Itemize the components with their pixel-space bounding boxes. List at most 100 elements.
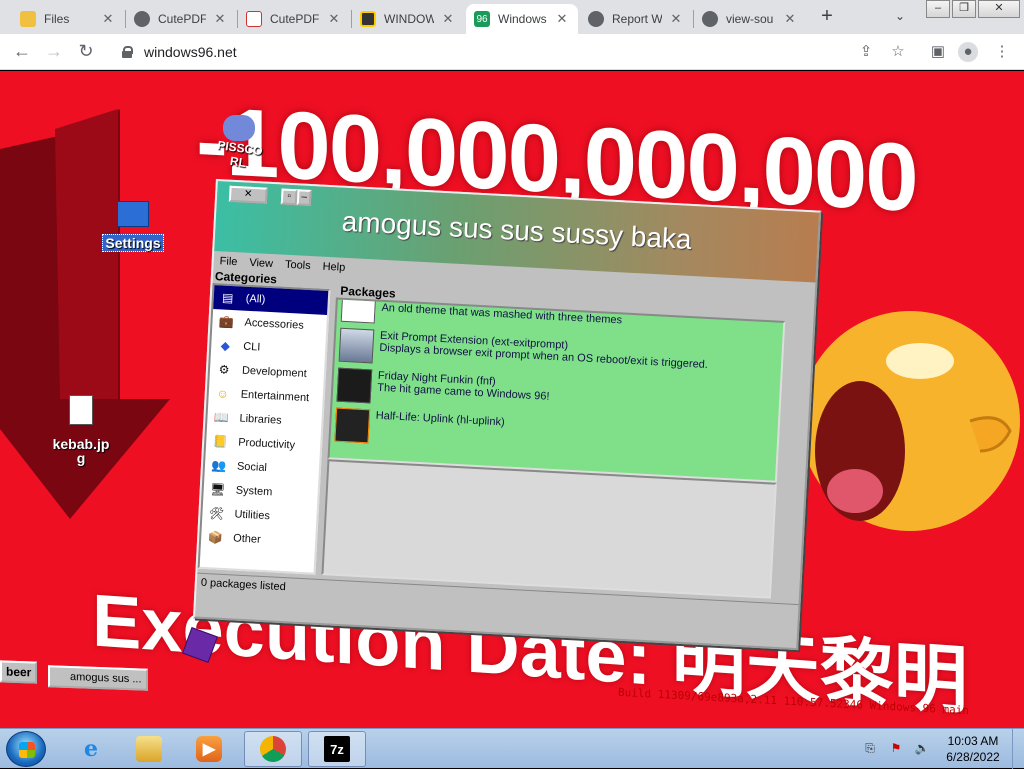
people-icon: 👥 (211, 458, 227, 473)
tray-volume-icon[interactable]: 🔈 (914, 741, 930, 757)
notebook-icon: 📒 (212, 434, 229, 449)
7zip-icon: 7z (324, 736, 350, 762)
forward-button[interactable]: → (42, 40, 66, 64)
desktop-icon-label: PISSCO RL (216, 137, 264, 170)
window-icon (360, 11, 376, 27)
chrome-icon (260, 736, 286, 762)
computer-icon: 🖥 (209, 482, 226, 497)
restore-button[interactable]: ❐ (952, 0, 976, 18)
media-player-icon: ▶ (196, 736, 222, 762)
discord-icon (223, 115, 255, 141)
desktop-icon-label: kebab.jp g (52, 436, 110, 466)
tab-strip: Files ✕ CutePDF ✕ CutePDF ✕ WINDOW ✕ 96 … (0, 0, 1024, 34)
close-tab-icon[interactable]: ✕ (100, 11, 116, 27)
taskbar-clock[interactable]: 10:03 AM 6/28/2022 (940, 733, 1006, 765)
globe-icon (588, 11, 604, 27)
page-viewport: -100,000,000,000 Execution Date: 明天黎明 Bu… (0, 71, 1024, 728)
menu-tools[interactable]: Tools (285, 259, 311, 272)
all-icon: ▤ (221, 290, 234, 306)
menu-file[interactable]: File (219, 255, 237, 268)
close-tab-icon[interactable]: ✕ (212, 11, 228, 27)
tab-cutepdf-2[interactable]: CutePDF ✕ (238, 4, 350, 34)
tab-files[interactable]: Files ✕ (12, 4, 124, 34)
tab-view-source[interactable]: view-sou ✕ (694, 4, 806, 34)
close-tab-icon[interactable]: ✕ (326, 11, 342, 27)
tab-window[interactable]: WINDOW ✕ (352, 4, 464, 34)
tray-action-center-icon[interactable]: ⚑ (888, 741, 904, 757)
pdf-icon (246, 11, 262, 27)
close-tab-icon[interactable]: ✕ (668, 11, 684, 27)
taskbar-7zip[interactable]: 7z (308, 731, 366, 767)
w96-taskbar: beer amogus sus ... (0, 660, 1024, 691)
close-tab-icon[interactable]: ✕ (554, 11, 570, 27)
close-tab-icon[interactable]: ✕ (782, 11, 798, 27)
globe-icon (702, 11, 718, 27)
settings-folder-icon (117, 201, 149, 227)
box-icon: 📦 (207, 530, 224, 545)
show-desktop-button[interactable] (1012, 729, 1024, 769)
taskbar-media-player[interactable]: ▶ (180, 731, 238, 767)
image-file-icon (69, 395, 93, 425)
minimize-button[interactable]: – (926, 0, 950, 18)
diamond-icon: ◆ (220, 338, 231, 353)
briefcase-icon: 💼 (218, 314, 235, 330)
tab-windows96[interactable]: 96 Windows ✕ (466, 4, 578, 34)
fnf-icon (336, 367, 373, 404)
menu-kebab-icon[interactable]: ⋮ (992, 42, 1012, 62)
side-panel-icon[interactable]: ▣ (928, 42, 948, 62)
clock-date: 6/28/2022 (946, 750, 1000, 764)
close-window-button[interactable]: ✕ (978, 0, 1020, 18)
windows-taskbar: e ▶ 7z ⎘ ⚑ 🔈 10:03 AM 6/28/2022 (0, 728, 1024, 769)
reload-button[interactable]: ↻ (74, 40, 98, 64)
half-life-icon (334, 407, 371, 444)
desktop-icon-kebab[interactable]: kebab.jp g (46, 395, 116, 465)
windows96-icon: 96 (474, 11, 490, 27)
category-other[interactable]: 📦 Other (201, 525, 316, 555)
menu-view[interactable]: View (249, 257, 273, 270)
tools-icon: 🛠 (208, 506, 225, 521)
lock-icon (122, 46, 133, 58)
system-tray: ⎘ ⚑ 🔈 (862, 729, 940, 769)
globe-icon (134, 11, 150, 27)
w96-start-button[interactable]: beer (0, 660, 38, 684)
w96-desktop: -100,000,000,000 Execution Date: 明天黎明 Bu… (0, 71, 1024, 728)
address-bar[interactable]: windows96.net (110, 38, 880, 66)
book-icon: 📖 (213, 410, 230, 425)
gears-icon: ⚙ (218, 362, 230, 377)
package-details-pane (321, 459, 777, 599)
taskbar-internet-explorer[interactable]: e (62, 731, 120, 767)
close-tab-icon[interactable]: ✕ (440, 11, 456, 27)
desktop-icon-discord[interactable]: PISSCO RL (206, 115, 272, 170)
profile-avatar[interactable]: ● (958, 42, 978, 62)
smiley-icon: ☺ (216, 386, 230, 401)
start-button[interactable] (6, 731, 46, 767)
explorer-icon (136, 736, 162, 762)
desktop-icon-label: Settings (102, 234, 164, 252)
folder-icon (20, 11, 36, 27)
exit-prompt-icon (338, 327, 375, 364)
tab-search-chevron-icon[interactable]: ⌄ (895, 9, 905, 23)
taskbar-chrome[interactable] (244, 731, 302, 767)
tray-network-icon[interactable]: ⎘ (862, 741, 878, 757)
drugs-theme-icon (340, 297, 377, 324)
browser-toolbar: ← → ↻ windows96.net ⇪ ☆ ▣ ● ⋮ (0, 34, 1024, 70)
back-button[interactable]: ← (10, 40, 34, 64)
tab-cutepdf-1[interactable]: CutePDF ✕ (126, 4, 236, 34)
new-tab-button[interactable]: + (817, 6, 837, 27)
package-list: Drugs theme (drugs) An old theme that was… (327, 297, 786, 483)
desktop-icon-settings[interactable]: Settings (98, 201, 168, 252)
internet-explorer-icon: e (84, 736, 98, 762)
window-controls: – ❐ ✕ (926, 0, 1022, 18)
package-manager-window: ✕ ▫ – amogus sus sus sussy baka File Vie… (192, 179, 822, 651)
bookmark-star-icon[interactable]: ☆ (888, 42, 908, 62)
url-text: windows96.net (144, 44, 237, 60)
category-list: ▤ (All) 💼 Accessories ◆ CLI ⚙ Development ☺ E… (197, 282, 331, 575)
tab-report[interactable]: Report W ✕ (580, 4, 692, 34)
laughing-emoji-image (800, 311, 1020, 531)
menu-help[interactable]: Help (322, 261, 345, 274)
window-title: amogus sus sus sussy baka (341, 205, 693, 255)
clock-time: 10:03 AM (947, 734, 999, 748)
w96-task-button[interactable]: amogus sus ... (48, 665, 148, 691)
share-icon[interactable]: ⇪ (856, 42, 876, 62)
taskbar-explorer[interactable] (120, 731, 178, 767)
